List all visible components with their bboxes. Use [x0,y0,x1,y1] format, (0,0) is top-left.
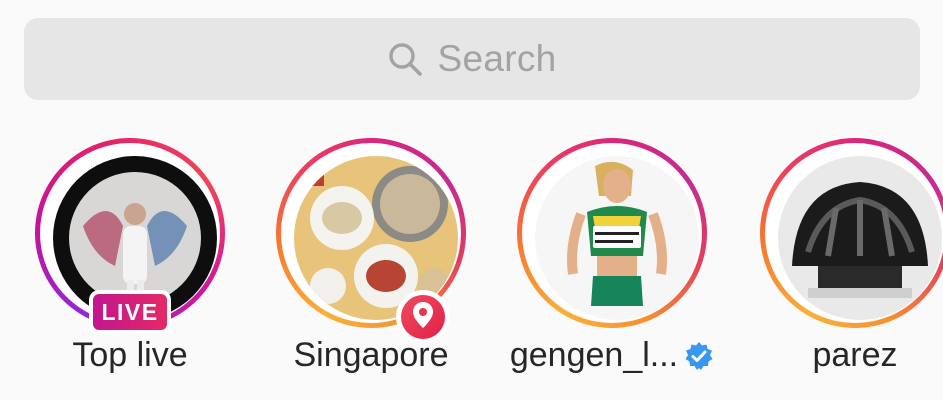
story-label-text: parez [812,336,898,374]
story-gengen[interactable]: gengen_l... [497,130,727,390]
location-pin-icon [412,301,434,334]
live-badge: LIVE [89,290,171,334]
story-top-live[interactable]: LIVE Top live [15,130,245,390]
verified-badge-icon [684,341,714,371]
story-avatar-gengen [535,156,699,320]
story-ring [760,138,943,328]
story-label: Singapore [256,336,486,375]
search-placeholder: Search [437,38,557,79]
story-label: Top live [15,336,245,375]
explore-screen: Search LIVE Top live Singapore gengen_l.… [0,0,943,400]
story-label: gengen_l... [497,336,727,375]
search-bar-content: Search [387,38,556,80]
story-label-text: Singapore [293,336,449,374]
story-ring [517,138,707,328]
search-icon [387,41,423,77]
story-avatar-parez [778,156,942,320]
story-label-text: Top live [72,336,188,374]
story-singapore[interactable]: Singapore [256,130,486,390]
search-bar[interactable]: Search [24,18,920,100]
story-label: parez [740,336,943,375]
story-label-text: gengen_l... [509,336,679,374]
story-parez[interactable]: parez [740,130,943,390]
